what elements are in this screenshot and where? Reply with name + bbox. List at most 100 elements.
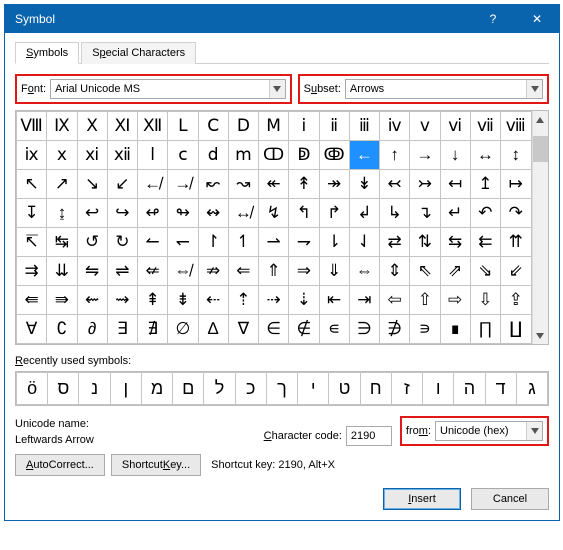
symbol-cell[interactable]: ⅲ [349,112,379,141]
symbol-cell[interactable]: ⇑ [259,257,289,286]
symbol-cell[interactable]: ⇌ [107,257,137,286]
symbol-cell[interactable]: ↗ [47,170,77,199]
tab-symbols[interactable]: Symbols [15,42,79,64]
symbol-cell[interactable]: ↴ [410,199,440,228]
symbol-cell[interactable]: ↩ [77,199,107,228]
recent-symbol-cell[interactable]: כ [235,373,266,405]
subset-select[interactable]: Arrows [345,79,543,99]
symbol-cell[interactable]: ⇂ [319,228,349,257]
symbol-cell[interactable]: ⇪ [501,286,532,315]
scroll-down-icon[interactable] [533,327,549,344]
symbol-cell[interactable]: ↁ [289,141,319,170]
symbol-cell[interactable]: ↞ [259,170,289,199]
symbol-cell[interactable]: ⇈ [501,228,532,257]
symbol-cell[interactable]: ∂ [77,315,107,344]
symbol-cell[interactable]: ⇇ [470,228,500,257]
symbol-cell[interactable]: ↸ [17,228,47,257]
symbol-cell[interactable]: ↤ [440,170,470,199]
symbol-cell[interactable]: Ⅼ [168,112,198,141]
symbol-cell[interactable]: ∊ [319,315,349,344]
symbol-cell[interactable]: ↼ [138,228,168,257]
symbol-cell[interactable]: ⇢ [259,286,289,315]
autocorrect-button[interactable]: AutoCorrect... [15,454,105,476]
symbol-cell[interactable]: ↕ [501,141,532,170]
symbol-cell[interactable]: ⅸ [17,141,47,170]
symbol-cell[interactable]: ↚ [138,170,168,199]
symbol-cell[interactable]: ⇕ [380,257,410,286]
symbol-cell[interactable]: ↺ [77,228,107,257]
symbol-cell[interactable]: ⇦ [380,286,410,315]
symbol-cell[interactable]: ↡ [349,170,379,199]
symbol-cell[interactable]: ⇐ [228,257,258,286]
symbol-cell[interactable]: ∅ [168,315,198,344]
symbol-cell[interactable]: ↭ [198,199,228,228]
symbol-cell[interactable]: ⇝ [107,286,137,315]
symbol-cell[interactable]: ↽ [168,228,198,257]
symbol-cell[interactable]: ∁ [47,315,77,344]
symbol-cell[interactable]: Ⅷ [17,112,47,141]
symbol-cell[interactable]: ⅽ [168,141,198,170]
symbol-cell[interactable]: ⇧ [410,286,440,315]
symbol-cell[interactable]: ∄ [138,315,168,344]
symbol-cell[interactable]: ∈ [259,315,289,344]
symbol-cell[interactable]: ↨ [47,199,77,228]
symbol-cell[interactable]: ⇆ [440,228,470,257]
symbol-cell[interactable]: ↀ [259,141,289,170]
font-select[interactable]: Arial Unicode MS [50,79,286,99]
symbol-cell[interactable]: ⅳ [380,112,410,141]
close-button[interactable]: ✕ [515,5,559,33]
symbol-cell[interactable]: ↵ [440,199,470,228]
tab-special-characters[interactable]: Special Characters [81,42,196,64]
symbol-cell[interactable]: ⇗ [440,257,470,286]
symbol-cell[interactable]: → [410,141,440,170]
symbol-cell[interactable]: ⅹ [47,141,77,170]
symbol-cell[interactable]: ↛ [168,170,198,199]
recent-symbol-cell[interactable]: ז [391,373,422,405]
scroll-track[interactable] [533,162,549,327]
symbol-cell[interactable]: ⅾ [198,141,228,170]
symbol-cell[interactable]: ⇁ [289,228,319,257]
symbol-cell[interactable]: ∀ [17,315,47,344]
symbol-cell[interactable]: ↲ [349,199,379,228]
symbol-cell[interactable]: ↟ [289,170,319,199]
recent-symbol-cell[interactable]: ל [204,373,235,405]
symbol-cell[interactable]: ⇤ [319,286,349,315]
symbol-cell[interactable]: ⇎ [168,257,198,286]
recent-symbol-cell[interactable]: ך [266,373,297,405]
symbol-cell[interactable]: ⇃ [349,228,379,257]
symbol-cell[interactable]: ↮ [228,199,258,228]
symbol-cell[interactable]: ⇍ [138,257,168,286]
symbol-cell[interactable]: ⇔ [349,257,379,286]
recent-symbol-cell[interactable]: ג [516,373,547,405]
symbol-cell[interactable]: ⇥ [349,286,379,315]
symbol-cell[interactable]: ⇩ [470,286,500,315]
symbol-cell[interactable]: ↶ [470,199,500,228]
symbol-cell[interactable]: ↷ [501,199,532,228]
symbol-cell[interactable]: ↾ [198,228,228,257]
symbol-cell[interactable]: ↯ [259,199,289,228]
symbol-cell[interactable]: ⇜ [77,286,107,315]
symbol-cell[interactable]: Ⅹ [77,112,107,141]
symbol-cell[interactable]: ⇉ [17,257,47,286]
scroll-thumb[interactable] [533,136,549,162]
symbol-cell[interactable]: ⅿ [228,141,258,170]
recent-symbol-cell[interactable]: ו [423,373,454,405]
symbol-cell[interactable]: ⅺ [77,141,107,170]
symbol-cell[interactable]: ↠ [319,170,349,199]
grid-scrollbar[interactable] [532,111,549,344]
symbol-cell[interactable]: ∌ [380,315,410,344]
recent-symbol-cell[interactable]: ן [110,373,141,405]
symbol-cell[interactable]: ↬ [168,199,198,228]
symbol-cell[interactable]: ↻ [107,228,137,257]
symbol-cell[interactable]: Ⅸ [47,112,77,141]
recent-symbol-cell[interactable]: מ [141,373,172,405]
symbol-cell[interactable]: ⅶ [470,112,500,141]
symbol-cell[interactable]: Ⅻ [138,112,168,141]
symbol-cell[interactable]: ⇄ [380,228,410,257]
symbol-cell[interactable]: ∎ [440,315,470,344]
recent-symbol-cell[interactable]: נ [79,373,110,405]
symbol-cell[interactable]: ↥ [470,170,500,199]
shortcut-key-button[interactable]: Shortcut Key... [111,454,201,476]
cancel-button[interactable]: Cancel [471,488,549,510]
symbol-cell[interactable]: ↰ [289,199,319,228]
